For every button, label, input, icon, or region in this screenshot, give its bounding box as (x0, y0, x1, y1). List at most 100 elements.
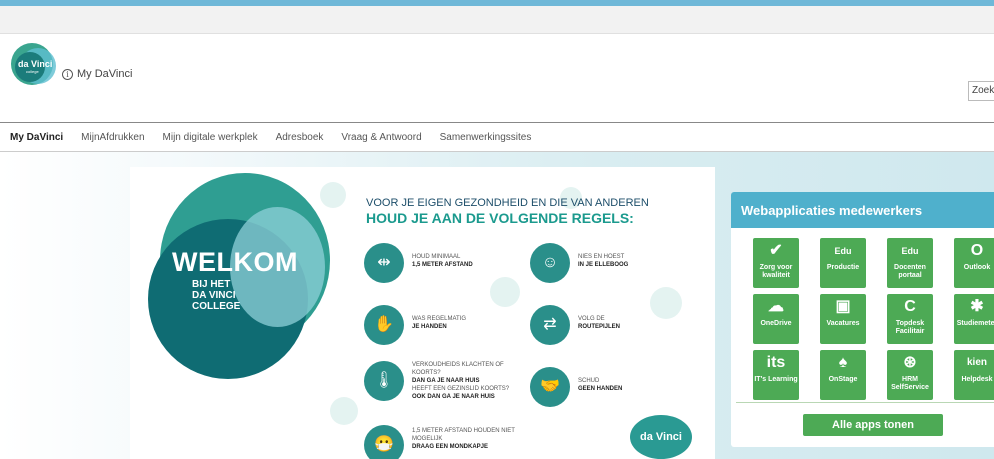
app-tile-label: Outlook (963, 264, 991, 271)
rule-arrows: ⇄ VOLG DE ROUTEPIJLEN (530, 305, 620, 345)
distance-icon: ⇹ (364, 243, 404, 283)
rule-text: HEEFT EEN GEZINSLID KOORTS? (412, 386, 510, 392)
rule-text: WAS REGELMATIG (412, 316, 467, 322)
thermometer-icon: 🌡 (364, 361, 404, 401)
sneeze-icon: ☺ (530, 243, 570, 283)
rule-text-bold: DRAAG EEN MONDKAPJE (412, 444, 489, 450)
top-navigation: My DaVinci MijnAfdrukken Mijn digitale w… (0, 122, 994, 152)
rule-fever: 🌡 VERKOUDHEIDS KLACHTEN OF KOORTS? DAN GA… (364, 361, 522, 401)
rule-sneeze: ☺ NIES EN HOEST IN JE ELLEBOOG (530, 243, 628, 283)
app-tile-outlook[interactable]: O Outlook (954, 238, 994, 288)
welcome-subtitle: BIJ HET DA VINCI COLLEGE (192, 279, 240, 312)
hrm-icon: ⊛ (903, 354, 917, 371)
nav-item-my-davinci[interactable]: My DaVinci (10, 132, 63, 143)
rule-text: VERKOUDHEIDS KLACHTEN OF KOORTS? (412, 362, 504, 376)
welcome-title: WELKOM (172, 247, 298, 277)
welcome-banner: WELKOM BIJ HET DA VINCI COLLEGE VOOR JE … (130, 167, 715, 459)
decor-dot (320, 182, 346, 208)
app-tile-vacatures[interactable]: ▣ Vacatures (820, 294, 866, 344)
studiemeter-icon: ✱ (970, 298, 984, 315)
app-tile-itslearning[interactable]: its IT's Learning (753, 350, 799, 400)
app-tile-topdesk-facilitair[interactable]: C Topdesk Facilitair (887, 294, 933, 344)
decor-dot (330, 397, 358, 425)
rule-text-bold: JE HANDEN (412, 324, 447, 330)
eduarte-icon: Edu (901, 246, 919, 256)
cloud-icon: ☁ (768, 298, 784, 315)
app-tile-hrm-selfservice[interactable]: ⊛ HRM SelfService (887, 350, 933, 400)
handwash-icon: ✋ (364, 305, 404, 345)
site-header: da Vinci college i My DaVinci Zoek (0, 34, 994, 122)
page-content: WELKOM BIJ HET DA VINCI COLLEGE VOOR JE … (0, 152, 994, 459)
outlook-icon: O (970, 242, 984, 259)
logo-subtext: college (26, 69, 39, 74)
decor-dot (650, 287, 682, 319)
decor-dot (490, 277, 520, 307)
rule-text-bold: ROUTEPIJLEN (578, 324, 621, 330)
rule-handshake: 🤝 SCHUD GEEN HANDEN (530, 367, 622, 407)
app-tile-label: Docenten portaal (894, 264, 926, 279)
welcome-subtitle-line: BIJ HET (192, 279, 231, 290)
web-apps-title: Webapplicaties medewerkers (731, 192, 994, 228)
apps-divider (736, 402, 994, 403)
app-tile-label: OnStage (828, 376, 858, 383)
kien-icon: kien (966, 357, 987, 368)
app-tile-label: Studiemeter (956, 320, 994, 327)
rule-text-bold: IN JE ELLEBOOG (578, 262, 629, 268)
app-tile-label: Helpdesk (961, 376, 993, 383)
rule-handwash: ✋ WAS REGELMATIG JE HANDEN (364, 305, 466, 345)
rule-text: SCHUD (578, 378, 600, 384)
banner-davinci-logo: da Vinci (630, 415, 692, 459)
briefcase-icon: ▣ (835, 298, 851, 315)
suite-bar (0, 6, 994, 34)
nav-item-adresboek[interactable]: Adresboek (276, 132, 324, 143)
app-tile-label: Topdesk Facilitair (895, 320, 925, 335)
arrows-icon: ⇄ (530, 305, 570, 345)
info-icon[interactable]: i (62, 68, 73, 80)
web-apps-panel: Webapplicaties medewerkers ✔ Zorg voor kw… (731, 192, 994, 447)
app-tile-label: OneDrive (760, 320, 792, 327)
eduarte-icon: Edu (834, 246, 852, 256)
app-tile-docenten-portaal[interactable]: Edu Docenten portaal (887, 238, 933, 288)
app-tile-label: Productie (826, 264, 860, 271)
rules-heading-line2: HOUD JE AAN DE VOLGENDE REGELS: (366, 210, 634, 226)
rule-text: NIES EN HOEST (578, 254, 625, 260)
handshake-icon: 🤝 (530, 367, 570, 407)
topdesk-icon: C (904, 298, 916, 315)
mask-icon: 😷 (364, 425, 404, 459)
app-tile-onedrive[interactable]: ☁ OneDrive (753, 294, 799, 344)
search-input[interactable]: Zoek (968, 81, 994, 101)
nav-item-samenwerkingssites[interactable]: Samenwerkingssites (440, 132, 532, 143)
app-tile-helpdesk[interactable]: kien Helpdesk (954, 350, 994, 400)
nav-item-digitale-werkplek[interactable]: Mijn digitale werkplek (163, 132, 258, 143)
onstage-icon: ♠ (838, 354, 848, 371)
rules-heading-line1: VOOR JE EIGEN GEZONDHEID EN DIE VAN ANDE… (366, 197, 649, 209)
rule-text: VOLG DE (578, 316, 605, 322)
welcome-subtitle-line: COLLEGE (192, 301, 241, 312)
rule-distance: ⇹ HOUD MINIMAAL 1,5 METER AFSTAND (364, 243, 473, 283)
app-tile-label: IT's Learning (754, 376, 798, 383)
app-tile-label: Vacatures (826, 320, 860, 327)
nav-item-mijnafdrukken[interactable]: MijnAfdrukken (81, 132, 144, 143)
rule-text: HOUD MINIMAAL (412, 254, 461, 260)
site-title[interactable]: i My DaVinci (62, 68, 132, 80)
checkmark-icon: ✔ (769, 242, 783, 259)
app-tile-zorg-voor-kwaliteit[interactable]: ✔ Zorg voor kwaliteit (753, 238, 799, 288)
app-tile-productie[interactable]: Edu Productie (820, 238, 866, 288)
app-tile-studiemeter[interactable]: ✱ Studiemeter (954, 294, 994, 344)
davinci-logo[interactable]: da Vinci college (10, 42, 60, 86)
itslearning-icon: its (766, 354, 786, 371)
app-tile-label: Zorg voor kwaliteit (759, 264, 793, 279)
rule-text-bold: OOK DAN GA JE NAAR HUIS (412, 394, 495, 400)
rule-text-bold: GEEN HANDEN (578, 386, 623, 392)
rule-text-bold: 1,5 METER AFSTAND (412, 262, 473, 268)
rule-mask: 😷 1,5 METER AFSTAND HOUDEN NIET MOGELIJK… (364, 425, 522, 459)
nav-item-vraag-antwoord[interactable]: Vraag & Antwoord (341, 132, 421, 143)
site-title-text[interactable]: My DaVinci (77, 68, 132, 80)
logo-text: da Vinci (18, 59, 52, 69)
welcome-subtitle-line: DA VINCI (192, 290, 236, 301)
rule-text-bold: DAN GA JE NAAR HUIS (412, 378, 480, 384)
rule-text: 1,5 METER AFSTAND HOUDEN NIET MOGELIJK (412, 428, 515, 442)
app-tile-label: HRM SelfService (891, 376, 929, 391)
app-tile-onstage[interactable]: ♠ OnStage (820, 350, 866, 400)
all-apps-button[interactable]: Alle apps tonen (803, 414, 943, 436)
